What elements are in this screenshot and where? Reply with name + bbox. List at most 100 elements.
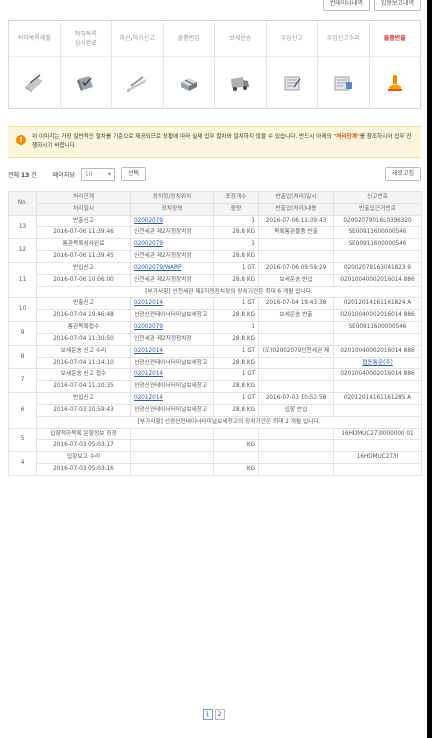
warehouse-name: 선광신컨테이너터미널보세창고 (130, 356, 214, 370)
location-code-cell: 02002079 (130, 321, 214, 334)
row-number: 10 (8, 297, 37, 323)
table-row: 2016-07-03 05:03:17 KG (9, 439, 422, 453)
row-number: 13 (8, 214, 37, 240)
select-button[interactable]: 선택 (120, 167, 146, 181)
package-count (213, 427, 259, 441)
table-row: 2016-07-06 11:39:45 인천세관 제2지정장치장 28.8 KG (9, 250, 422, 263)
pagination: 12 (0, 709, 427, 720)
location-code-link[interactable]: 02012014 (134, 348, 163, 354)
warehouse-name: 인천세관 제2지정장치장 (130, 250, 214, 263)
location-code-link[interactable]: 02012014 (134, 300, 163, 306)
row-number: 4 (8, 451, 37, 476)
step-6: 수입신고 (266, 21, 318, 108)
step-label: 적하목록 심사완료 (60, 21, 111, 57)
row-number: 12 (8, 238, 37, 263)
location-code-link[interactable]: 02012014 (134, 371, 163, 377)
table-row: 2016-07-04 19:46:48 선광신컨테이너터미널보세창고 28.8 KG… (9, 309, 422, 323)
io-description (258, 463, 334, 476)
location-code-cell: 02012014 (130, 368, 214, 382)
header-basis-no: 반출입근거번호 (333, 202, 422, 216)
io-datetime (258, 321, 334, 334)
header-declaration-no: 신고번호 (333, 191, 422, 204)
step-2: 적하목록 심사완료 (60, 21, 112, 108)
declaration-number: 16HDMUC273I (333, 451, 422, 465)
location-code-cell: 02012014 (130, 297, 214, 311)
processed-datetime: 2016-07-06 11:39:46 (36, 226, 131, 240)
weight: 28.8 KG (213, 332, 259, 346)
chevron-down-icon: ▾ (107, 170, 111, 178)
arrival-report-history-button[interactable]: 입항보고내역 (373, 0, 421, 11)
row-number: 11 (8, 261, 37, 299)
warehouse-name: 인천세관 제2지정장치장 (130, 226, 214, 240)
location-code-cell: 02012014 (130, 344, 214, 358)
process-step: 반입신고 (36, 392, 131, 405)
processed-datetime: 2016-07-04 11:10:35 (36, 380, 131, 394)
page-size-select[interactable]: 10 ▾ (80, 167, 115, 181)
table-row: 2016-07-04 11:14:10 선광신컨테이너터미널보세창고 28.8 KG… (9, 356, 422, 370)
page-1-button[interactable]: 1 (202, 709, 213, 720)
page-2-button[interactable]: 2 (214, 709, 225, 720)
basis-number: 02010040002016014 886 (333, 309, 422, 323)
declaration-number: 16HDMUC273I000000 01 (333, 427, 422, 441)
step-1: 적하목록제출 (9, 21, 61, 108)
header-step: 처리단계 (36, 191, 131, 204)
io-datetime: (도)02002079인천세관 제 (258, 344, 334, 358)
warehouse-name: 선광신컨테이너터미널보세창고 (130, 380, 214, 394)
location-code-cell: 02012014 (130, 392, 214, 405)
io-datetime (258, 368, 334, 382)
package-count: 1 GT (213, 261, 259, 275)
report-form-icon (280, 57, 304, 108)
additional-note: [부가사항] 선광신컨테이너터미널보세창고의 장치기간은 최대 2 개월 입니다… (36, 415, 422, 429)
basis-cell: 협동통운(주) (333, 356, 422, 370)
io-description: 보세운송 반출 (258, 309, 334, 323)
page-size-label: 페이지당 (52, 171, 75, 179)
table-row: 9 통관목록접수 02002079 1 SE00911600000546 (8, 321, 422, 346)
container-history-button[interactable]: 컨테이너내역 (322, 0, 370, 11)
package-count: 1 GT (213, 392, 259, 405)
warehouse-name: 선광신컨테이너터미널보세창고 (130, 309, 214, 323)
refresh-button[interactable]: 새로고침 (384, 167, 421, 181)
process-step: 입항적하목록 운항정보 정정 (36, 427, 131, 441)
table-row: 5 입항적하목록 운항정보 정정 16HDMUC273I000000 01 (8, 427, 422, 453)
processed-datetime: 2016-07-04 19:46:48 (36, 309, 131, 323)
io-datetime (258, 427, 334, 441)
weight: 28.8 KG (213, 226, 259, 240)
location-code-cell: 02002079 (130, 238, 214, 252)
processed-datetime: 2016-07-06 10:06:00 (36, 273, 131, 287)
package-count: 1 (213, 321, 259, 334)
package-count (213, 451, 259, 465)
warehouse-name (130, 463, 214, 476)
basis-number (333, 439, 422, 453)
warehouse-name (130, 439, 214, 453)
weight: KG (213, 439, 259, 453)
location-code-cell: 02002079 (130, 214, 214, 228)
location-code-link[interactable]: 02002079/WARP (134, 265, 181, 271)
io-datetime: 2016-07-06 11:39:43 (258, 214, 334, 228)
table-row: 2016-07-03 05:03:16 KG (9, 463, 422, 476)
location-code-link[interactable]: 02002079 (134, 218, 163, 224)
table-row: 7 보세운송 신고 접수 02012014 1 GT 02010040002016014… (8, 368, 422, 394)
table-row: 10 반출신고 02012014 1 GT 2016-07-04 19:43:38 020… (8, 297, 422, 323)
warehouse-name: 인천세관 제2지정장치장 (130, 273, 214, 287)
notice-highlight: "처리단계" (333, 134, 360, 140)
row-number: 5 (8, 427, 37, 453)
step-3: 하선/하기신고 (112, 21, 164, 108)
declaration-number: 02002079016L0396320 (333, 214, 422, 228)
location-code-link[interactable]: 02012014 (134, 395, 163, 401)
row-number: 7 (8, 368, 37, 394)
io-description: 입항 반입 (258, 403, 334, 417)
declaration-number: SE00911600000546 (333, 238, 422, 252)
io-datetime (258, 451, 334, 465)
location-code-link[interactable]: 02002079 (134, 241, 163, 247)
processed-datetime: 2016-07-03 10:59:43 (36, 403, 131, 417)
step-label: 물품반입 (163, 21, 214, 57)
unload-ramp-icon (125, 57, 149, 108)
location-code-cell (130, 427, 214, 441)
location-code-link[interactable]: 02002079 (134, 324, 163, 330)
weight: 28.8 KG (213, 250, 259, 263)
carrier-link[interactable]: 협동통운(주) (362, 360, 393, 366)
warning-icon: ! (16, 135, 26, 145)
basis-number (333, 332, 422, 346)
basis-number (333, 250, 422, 263)
table-row: 4 입항보고 수리 16HDMUC273I (8, 451, 422, 476)
